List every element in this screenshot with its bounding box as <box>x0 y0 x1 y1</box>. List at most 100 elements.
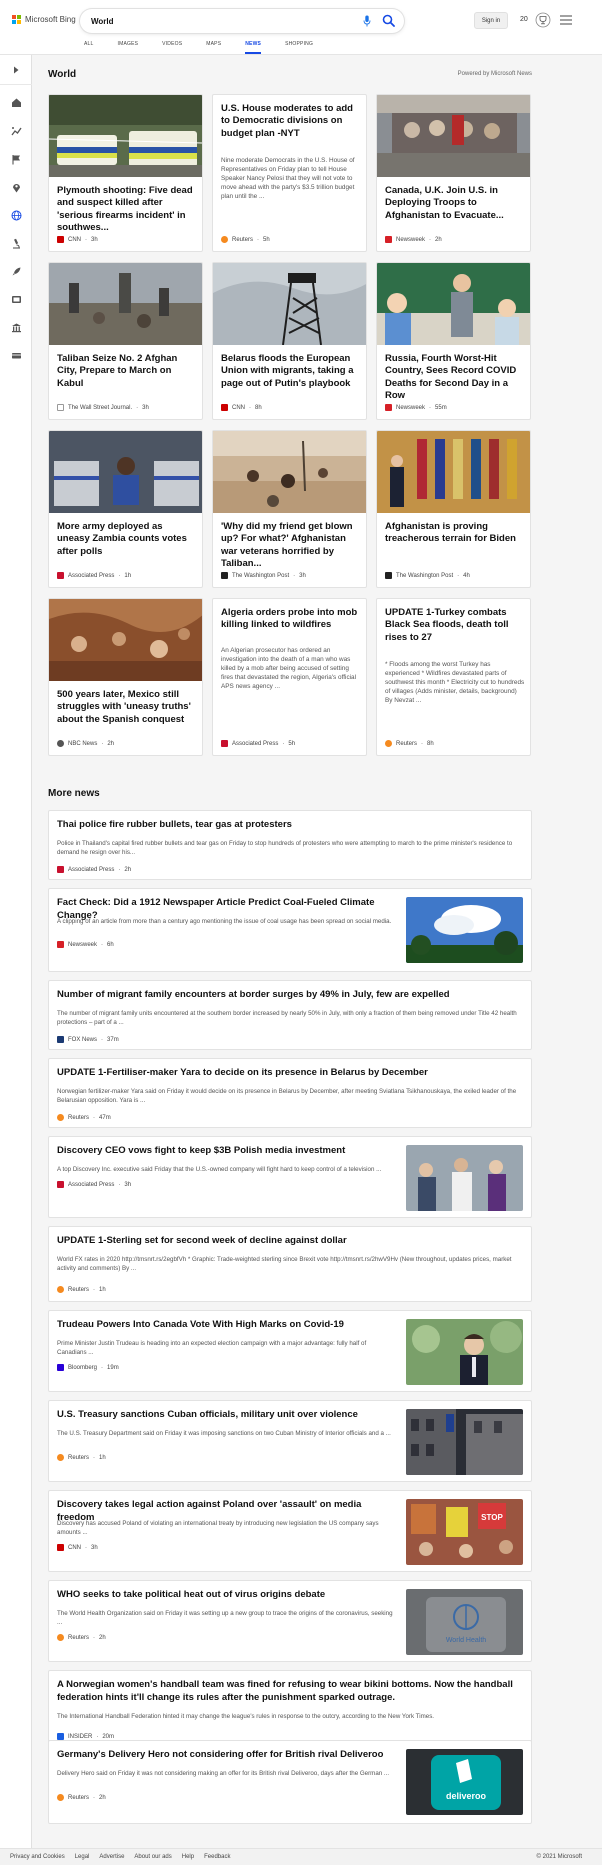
list-item[interactable]: Trudeau Powers Into Canada Vote With Hig… <box>48 1310 532 1392</box>
item-age: 3h <box>124 1181 132 1188</box>
tab-news[interactable]: NEWS <box>245 41 261 54</box>
news-card[interactable]: Belarus floods the European Union with m… <box>212 262 367 420</box>
tab-videos[interactable]: VIDEOS <box>162 41 182 54</box>
microsoft-logo-icon <box>12 15 21 24</box>
tab-all[interactable]: ALL <box>84 41 94 54</box>
rail-home[interactable] <box>8 94 24 110</box>
list-item[interactable]: WHO seeks to take political heat out of … <box>48 1580 532 1662</box>
item-title[interactable]: Germany's Delivery Hero not considering … <box>57 1749 397 1762</box>
card-source: Associated Press · 5h <box>221 740 295 747</box>
item-snippet: The International Handball Federation hi… <box>57 1713 435 1720</box>
news-card[interactable]: 'Why did my friend get blown up? For wha… <box>212 430 367 588</box>
rail-entertainment[interactable] <box>8 291 24 307</box>
footer-link-feedback[interactable]: Feedback <box>204 1854 230 1860</box>
rail-science[interactable] <box>8 235 24 251</box>
more-news-title: More news <box>48 788 100 799</box>
card-title[interactable]: Taliban Seize No. 2 Afghan City, Prepare… <box>57 353 197 390</box>
item-age: 19m <box>107 1364 119 1371</box>
search-icon[interactable] <box>382 14 395 27</box>
list-item[interactable]: A Norwegian women's handball team was fi… <box>48 1670 532 1750</box>
footer-link-privacy[interactable]: Privacy and Cookies <box>10 1854 65 1860</box>
reuters-logo-icon <box>57 1454 64 1461</box>
sign-in-button[interactable]: Sign in <box>474 12 508 29</box>
source-name: FOX News <box>68 1036 98 1043</box>
card-title[interactable]: 'Why did my friend get blown up? For wha… <box>221 521 361 570</box>
source-name: Reuters <box>396 740 418 747</box>
item-source: INSIDER · 20m <box>57 1733 114 1740</box>
card-title[interactable]: 500 years later, Mexico still struggles … <box>57 689 197 726</box>
rail-technology[interactable] <box>8 263 24 279</box>
news-thumbnail <box>406 1319 523 1385</box>
powered-by-label[interactable]: Powered by Microsoft News <box>458 71 532 77</box>
news-card[interactable]: Algeria orders probe into mob killing li… <box>212 598 367 756</box>
tab-maps[interactable]: MAPS <box>206 41 221 54</box>
footer-link-legal[interactable]: Legal <box>75 1854 90 1860</box>
card-title[interactable]: Algeria orders probe into mob killing li… <box>221 607 361 632</box>
bing-logo[interactable]: Microsoft Bing <box>12 15 76 24</box>
card-title[interactable]: U.S. House moderates to add to Democrati… <box>221 103 361 140</box>
news-card[interactable]: Russia, Fourth Worst-Hit Country, Sees R… <box>376 262 531 420</box>
card-title[interactable]: More army deployed as uneasy Zambia coun… <box>57 521 197 558</box>
rail-money[interactable] <box>8 347 24 363</box>
item-title[interactable]: U.S. Treasury sanctions Cuban officials,… <box>57 1409 397 1422</box>
news-card[interactable]: U.S. House moderates to add to Democrati… <box>212 94 367 252</box>
card-title[interactable]: Canada, U.K. Join U.S. in Deploying Troo… <box>385 185 525 222</box>
card-title[interactable]: UPDATE 1-Turkey combats Black Sea floods… <box>385 607 525 644</box>
list-item[interactable]: UPDATE 1-Fertiliser-maker Yara to decide… <box>48 1058 532 1128</box>
source-name: CNN <box>68 236 81 243</box>
tab-images[interactable]: IMAGES <box>118 41 139 54</box>
item-snippet: World FX rates in 2020 http://tmsnrt.rs/… <box>57 1256 512 1272</box>
item-age: 47m <box>99 1114 111 1121</box>
list-item[interactable]: Discovery takes legal action against Pol… <box>48 1490 532 1572</box>
search-input[interactable] <box>91 14 291 28</box>
item-title[interactable]: Thai police fire rubber bullets, tear ga… <box>57 819 292 832</box>
location-icon <box>12 183 20 192</box>
card-source: Associated Press · 1h <box>57 572 131 579</box>
item-title[interactable]: Discovery CEO vows fight to keep $3B Pol… <box>57 1145 397 1158</box>
hamburger-menu-icon[interactable] <box>560 15 572 25</box>
list-item[interactable]: U.S. Treasury sanctions Cuban officials,… <box>48 1400 532 1482</box>
card-title[interactable]: Belarus floods the European Union with m… <box>221 353 361 390</box>
rail-us[interactable] <box>8 151 24 167</box>
source-name: INSIDER <box>68 1733 93 1740</box>
news-card[interactable]: UPDATE 1-Turkey combats Black Sea floods… <box>376 598 531 756</box>
business-icon <box>11 323 21 332</box>
news-card[interactable]: Afghanistan is proving treacherous terra… <box>376 430 531 588</box>
news-card[interactable]: Plymouth shooting: Five dead and suspect… <box>48 94 203 252</box>
rail-world[interactable] <box>8 207 24 223</box>
item-title[interactable]: A Norwegian women's handball team was fi… <box>57 1679 525 1705</box>
rail-local[interactable] <box>8 179 24 195</box>
footer-link-advertise[interactable]: Advertise <box>99 1854 124 1860</box>
rewards-trophy-icon[interactable] <box>535 12 551 28</box>
card-title[interactable]: Plymouth shooting: Five dead and suspect… <box>57 185 197 234</box>
rail-business[interactable] <box>8 319 24 335</box>
item-title[interactable]: Trudeau Powers Into Canada Vote With Hig… <box>57 1319 397 1332</box>
microphone-icon[interactable] <box>363 15 371 27</box>
list-item[interactable]: UPDATE 1-Sterling set for second week of… <box>48 1226 532 1302</box>
newsweek-logo-icon <box>385 236 392 243</box>
card-title[interactable]: Afghanistan is proving treacherous terra… <box>385 521 525 546</box>
list-item[interactable]: Number of migrant family encounters at b… <box>48 980 532 1050</box>
footer-link-about-ads[interactable]: About our ads <box>134 1854 171 1860</box>
news-image <box>49 431 202 513</box>
rail-expand-button[interactable] <box>0 55 32 85</box>
entertainment-icon <box>11 295 21 303</box>
news-card[interactable]: More army deployed as uneasy Zambia coun… <box>48 430 203 588</box>
tab-shopping[interactable]: SHOPPING <box>285 41 313 54</box>
card-title[interactable]: Russia, Fourth Worst-Hit Country, Sees R… <box>385 353 525 402</box>
item-title[interactable]: UPDATE 1-Sterling set for second week of… <box>57 1235 347 1248</box>
item-title[interactable]: Number of migrant family encounters at b… <box>57 989 450 1002</box>
list-item[interactable]: Germany's Delivery Hero not considering … <box>48 1740 532 1824</box>
rail-trending[interactable] <box>8 123 24 139</box>
list-item[interactable]: Thai police fire rubber bullets, tear ga… <box>48 810 532 880</box>
news-card[interactable]: Canada, U.K. Join U.S. in Deploying Troo… <box>376 94 531 252</box>
list-item[interactable]: Discovery CEO vows fight to keep $3B Pol… <box>48 1136 532 1218</box>
item-title[interactable]: WHO seeks to take political heat out of … <box>57 1589 397 1602</box>
news-card[interactable]: 500 years later, Mexico still struggles … <box>48 598 203 756</box>
cnn-logo-icon <box>221 404 228 411</box>
footer-link-help[interactable]: Help <box>182 1854 194 1860</box>
list-item[interactable]: Fact Check: Did a 1912 Newspaper Article… <box>48 888 532 972</box>
news-card[interactable]: Taliban Seize No. 2 Afghan City, Prepare… <box>48 262 203 420</box>
item-title[interactable]: UPDATE 1-Fertiliser-maker Yara to decide… <box>57 1067 428 1080</box>
search-box[interactable] <box>80 9 404 33</box>
